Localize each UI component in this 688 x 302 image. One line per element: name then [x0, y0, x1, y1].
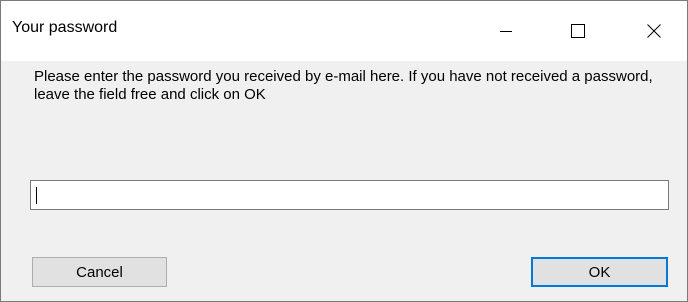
minimize-icon — [500, 31, 512, 32]
window-title: Your password — [12, 19, 118, 36]
maximize-button[interactable] — [555, 1, 601, 61]
password-input[interactable] — [30, 180, 669, 210]
close-icon — [647, 24, 661, 38]
minimize-button[interactable] — [483, 1, 529, 61]
ok-button[interactable]: OK — [531, 257, 668, 287]
text-cursor — [36, 187, 37, 204]
password-dialog: Your password Please enter the password … — [0, 0, 688, 302]
maximize-icon — [571, 24, 585, 38]
instruction-text: Please enter the password you received b… — [34, 68, 653, 103]
close-button[interactable] — [631, 1, 677, 61]
cancel-button[interactable]: Cancel — [32, 257, 167, 287]
title-bar[interactable]: Your password — [1, 1, 687, 61]
